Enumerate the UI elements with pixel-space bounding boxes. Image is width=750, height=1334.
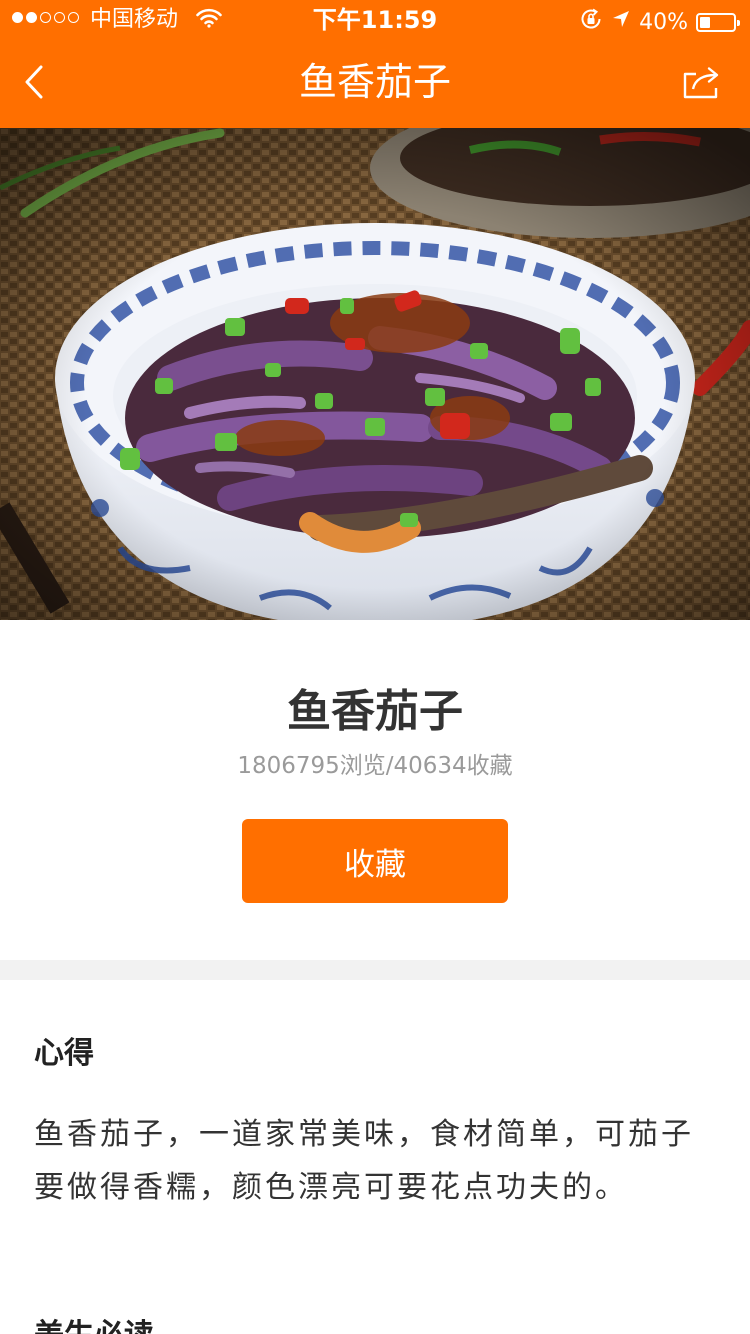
share-button[interactable] bbox=[680, 62, 724, 104]
tips-text: 鱼香茄子，一道家常美味，食材简单，可茄子要做得香糯，颜色漂亮可要花点功夫的。 bbox=[34, 1117, 694, 1205]
favorite-button[interactable]: 收藏 bbox=[242, 819, 508, 903]
view-favorite-stats: 1806795浏览/40634收藏 bbox=[237, 753, 513, 779]
share-icon bbox=[683, 67, 719, 99]
orientation-lock-icon bbox=[579, 7, 603, 38]
tips-heading: 心得 bbox=[34, 1036, 94, 1071]
location-icon bbox=[611, 9, 631, 36]
battery-icon bbox=[696, 13, 740, 32]
battery-percent: 40% bbox=[639, 9, 688, 35]
tips-section: 心得 鱼香茄子，一道家常美味，食材简单，可茄子要做得香糯，颜色漂亮可要花点功夫的… bbox=[0, 980, 750, 1334]
dish-photo bbox=[0, 128, 750, 620]
recipe-summary: 鱼香茄子 1806795浏览/40634收藏 收藏 bbox=[0, 620, 750, 960]
status-bar: 中国移动 下午11:59 40% bbox=[0, 0, 750, 40]
top-bar: 中国移动 下午11:59 40% 鱼香茄子 bbox=[0, 0, 750, 128]
status-right-group: 40% bbox=[579, 7, 740, 38]
recipe-detail-screen: 中国移动 下午11:59 40% 鱼香茄子 鱼香茄子 1806795浏览/406… bbox=[0, 0, 750, 1334]
recipe-title: 鱼香茄子 bbox=[287, 686, 463, 737]
next-section-heading: 美生必读 bbox=[34, 1316, 154, 1334]
section-divider bbox=[0, 960, 750, 980]
nav-title: 鱼香茄子 bbox=[298, 60, 451, 104]
